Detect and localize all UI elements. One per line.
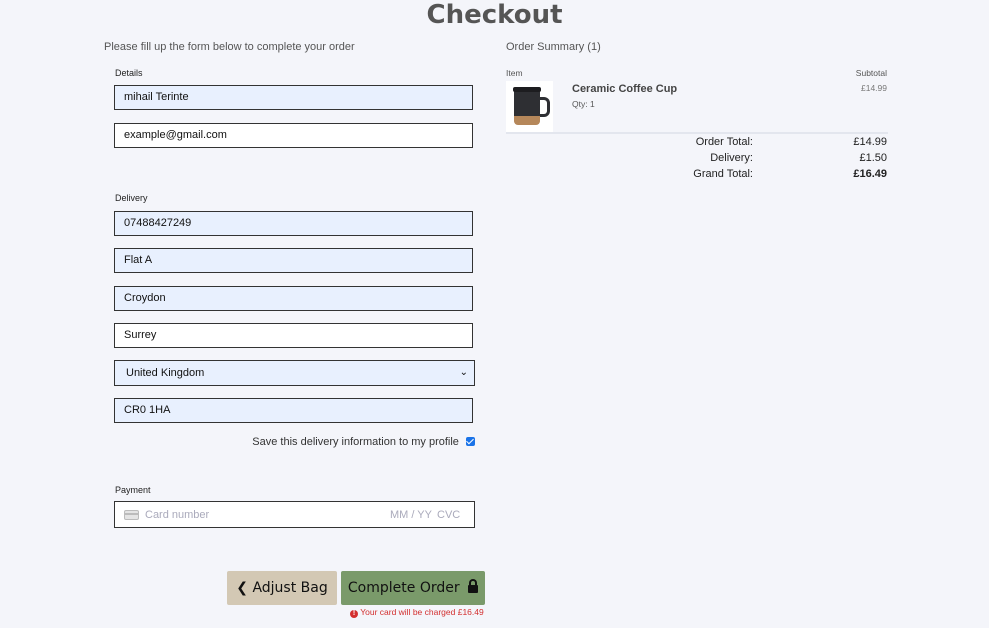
adjust-bag-button[interactable]: ❮ Adjust Bag (227, 571, 337, 605)
delivery-cost-value: £1.50 (859, 152, 887, 164)
product-qty: Qty: 1 (572, 99, 595, 109)
credit-card-icon (124, 510, 139, 520)
product-name: Ceramic Coffee Cup (572, 83, 678, 95)
chevron-down-icon: ⌄ (459, 367, 468, 378)
country-select[interactable]: United Kingdom ⌄ (114, 360, 475, 386)
product-subtotal: £14.99 (861, 83, 887, 93)
complete-order-button[interactable]: Complete Order (341, 571, 485, 605)
town-field[interactable]: Croydon (114, 286, 473, 311)
address-line1-field[interactable]: Flat A (114, 248, 473, 273)
chevron-left-icon: ❮ (236, 580, 248, 596)
item-column-header: Item (506, 68, 523, 78)
card-cvc-placeholder: CVC (437, 509, 461, 521)
county-field[interactable]: Surrey (114, 323, 473, 348)
save-delivery-row: Save this delivery information to my pro… (114, 436, 475, 448)
order-summary-title: Order Summary (1) (506, 41, 601, 53)
lock-icon (468, 579, 479, 593)
save-delivery-label: Save this delivery information to my pro… (252, 436, 459, 448)
page-title: Checkout (426, 0, 563, 30)
grand-total-value: £16.49 (853, 168, 887, 180)
card-expiry-placeholder: MM / YY (390, 509, 432, 521)
form-intro-text: Please fill up the form below to complet… (104, 41, 355, 53)
order-total-value: £14.99 (853, 136, 887, 148)
summary-divider (506, 132, 888, 134)
card-input[interactable]: Card number MM / YY CVC (114, 501, 475, 528)
details-section-label: Details (115, 68, 143, 78)
grand-total-label: Grand Total: (693, 168, 753, 180)
product-image[interactable] (506, 81, 553, 132)
alert-icon: ! (350, 610, 358, 618)
postcode-field[interactable]: CR0 1HA (114, 398, 473, 423)
delivery-section-label: Delivery (115, 193, 148, 203)
charge-warning-text: Your card will be charged £16.49 (360, 607, 484, 617)
card-number-placeholder: Card number (145, 509, 210, 521)
subtotal-column-header: Subtotal (855, 68, 887, 78)
save-delivery-checkbox[interactable] (466, 437, 475, 446)
order-total-label: Order Total: (695, 136, 753, 148)
phone-number-field[interactable]: 07488427249 (114, 211, 473, 236)
charge-warning: ! Your card will be charged £16.49 (350, 607, 484, 618)
payment-section-label: Payment (115, 485, 151, 495)
email-field[interactable]: example@gmail.com (114, 123, 473, 148)
complete-order-label: Complete Order (347, 580, 460, 596)
full-name-field[interactable]: mihail Terinte (114, 85, 473, 110)
country-select-value: United Kingdom (126, 367, 205, 379)
delivery-cost-label: Delivery: (710, 152, 753, 164)
adjust-bag-label: Adjust Bag (252, 580, 328, 596)
